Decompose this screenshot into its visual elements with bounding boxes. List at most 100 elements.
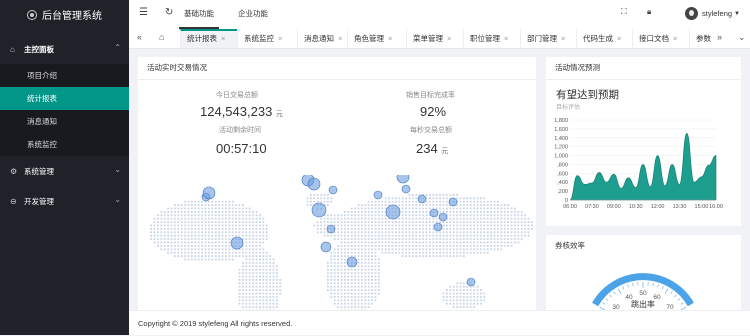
stat-label-total: 今日交易总额 [216,90,258,100]
realtime-title: 活动实时交易情况 [138,57,536,80]
page-tab-label: 消息通知 [304,34,334,43]
stat-label-per-second: 每秒交易总额 [410,125,452,135]
page-tab-label: 系统监控 [244,34,274,43]
menu-toggle-icon[interactable]: ☰ [139,7,148,18]
stat-value-remaining: 00:57:10 [216,141,267,156]
close-icon[interactable]: × [561,34,565,43]
close-icon[interactable]: × [388,34,392,43]
app-logo[interactable]: 后台管理系统 [0,0,129,29]
page-tab-label: 部门管理 [527,34,557,43]
avatar [685,7,698,20]
page-tab-5[interactable]: 职位管理 × [463,29,520,48]
tabs-prev-icon[interactable]: « [137,32,142,42]
chevron-up-icon: ⌃ [114,43,121,52]
app-title: 后台管理系统 [42,7,102,22]
tabs-menu-icon[interactable]: ⌄ [738,32,746,43]
stat-value-target: 92% [420,104,446,119]
page-tab-label: 代码生成 [583,34,613,43]
page-tab-2[interactable]: 消息通知 × [297,29,347,48]
page-tab-8[interactable]: 接口文档 × [632,29,689,48]
sidebar-item-monitor[interactable]: 系统监控 [0,133,129,156]
page-tab-label: 角色管理 [354,34,384,43]
page-tab-0[interactable]: 统计报表× [180,29,237,48]
gauge-label: 跳出率 [631,299,655,309]
chevron-down-icon: ⌄ [114,165,121,174]
dev-icon: ⊖ [10,197,24,206]
menu-system[interactable]: ⚙ 系统管理 ⌄ [0,156,129,186]
realtime-card: 活动实时交易情况 今日交易总额 124,543,233 元 活动剩余时间 00:… [138,57,536,310]
forecast-subtitle: 目标评估 [556,102,580,111]
forecast-card: 活动情况预测 有望达到预期 目标评估 0,200,400,600,8001,00… [546,57,741,226]
user-name: stylefeng [702,9,732,18]
efficiency-title: 券核效率 [546,235,741,257]
sidebar-item-notifications[interactable]: 消息通知 [0,110,129,133]
menu-system-label: 系统管理 [24,166,54,177]
stat-value-total: 124,543,233 元 [200,104,283,119]
tab-basic[interactable]: 基础功能 [179,0,219,29]
close-icon[interactable]: × [673,34,677,43]
svg-text:09:00: 09:00 [607,204,621,210]
page-tab-label: 菜单管理 [413,34,443,43]
refresh-icon[interactable]: ↻ [165,7,173,18]
chevron-down-icon: ⌄ [114,195,121,204]
page-tab-6[interactable]: 部门管理 × [520,29,576,48]
svg-text:1,400: 1,400 [554,136,568,142]
sidebar-item-statistics[interactable]: 统计报表 [0,87,129,110]
home-icon: ⌂ [10,45,24,54]
world-map [138,175,536,310]
close-icon[interactable]: × [617,34,621,43]
logo-icon [27,10,37,20]
page-tab-1[interactable]: 系统监控 × [237,29,297,48]
home-tab-icon[interactable]: ⌂ [159,32,164,42]
svg-text:,200: ,200 [557,189,568,195]
page-tab-3[interactable]: 角色管理 × [347,29,406,48]
close-icon[interactable]: × [221,34,225,43]
stat-label-target: 销售目标完成率 [406,90,455,100]
tab-enterprise[interactable]: 企业功能 [238,0,268,29]
close-icon[interactable]: × [504,34,508,43]
sidebar: 后台管理系统 ⌂ 主控面板 ⌃ 项目介绍 统计报表 消息通知 系统监控 ⚙ 系统… [0,0,129,335]
menu-dashboard-label: 主控面板 [24,44,54,55]
page-tab-bar: « ⌂ 统计报表×系统监控×消息通知×角色管理×菜单管理×职位管理×部门管理×代… [129,29,750,49]
tabs-next-icon[interactable]: » [717,32,722,42]
svg-text:15:00: 15:00 [695,204,709,210]
gauge-chart: 3040506070跳出率 [546,257,741,315]
page-tab-label: 职位管理 [470,34,500,43]
forecast-title: 活动情况预测 [546,57,741,80]
close-icon[interactable]: × [338,34,342,43]
page-tab-4[interactable]: 菜单管理 × [406,29,463,48]
sidebar-item-project-intro[interactable]: 项目介绍 [0,64,129,87]
close-icon[interactable]: × [447,34,451,43]
svg-text:1,800: 1,800 [554,118,568,124]
menu-dev-label: 开发管理 [24,196,54,207]
menu-dashboard[interactable]: ⌂ 主控面板 ⌃ [0,34,129,64]
page-tab-9[interactable]: 参数 [689,29,717,48]
footer: Copyright © 2019 stylefeng All rights re… [129,310,750,335]
svg-text:12:00: 12:00 [651,204,665,210]
efficiency-card: 券核效率 3040506070跳出率 [546,235,741,315]
svg-text:1,000: 1,000 [554,154,568,160]
page-tab-7[interactable]: 代码生成 × [576,29,632,48]
lock-icon[interactable]: 🔒︎ [647,7,651,17]
svg-text:1,200: 1,200 [554,145,568,151]
page-tab-label: 参数 [696,34,711,43]
caret-down-icon: ▼ [734,11,740,17]
svg-text:,600: ,600 [557,171,568,177]
svg-text:06:00: 06:00 [563,204,577,210]
forecast-headline: 有望达到预期 [556,87,619,102]
svg-text:13:30: 13:30 [673,204,687,210]
svg-text:07:30: 07:30 [585,204,599,210]
svg-text:,400: ,400 [557,180,568,186]
fullscreen-icon[interactable]: ⛶ [621,7,627,17]
user-menu[interactable]: stylefeng ▼ [685,7,740,20]
menu-dev[interactable]: ⊖ 开发管理 ⌄ [0,186,129,216]
svg-text:1,600: 1,600 [554,127,568,133]
svg-text:16:00: 16:00 [709,204,723,210]
forecast-area-chart: 0,200,400,600,8001,0001,2001,4001,6001,8… [546,112,741,212]
page-tab-label: 接口文档 [639,34,669,43]
stat-label-remaining: 活动剩余时间 [219,125,261,135]
close-icon[interactable]: × [278,34,282,43]
svg-text:50: 50 [639,290,647,297]
svg-text:10:30: 10:30 [629,204,643,210]
gear-icon: ⚙ [10,167,24,176]
